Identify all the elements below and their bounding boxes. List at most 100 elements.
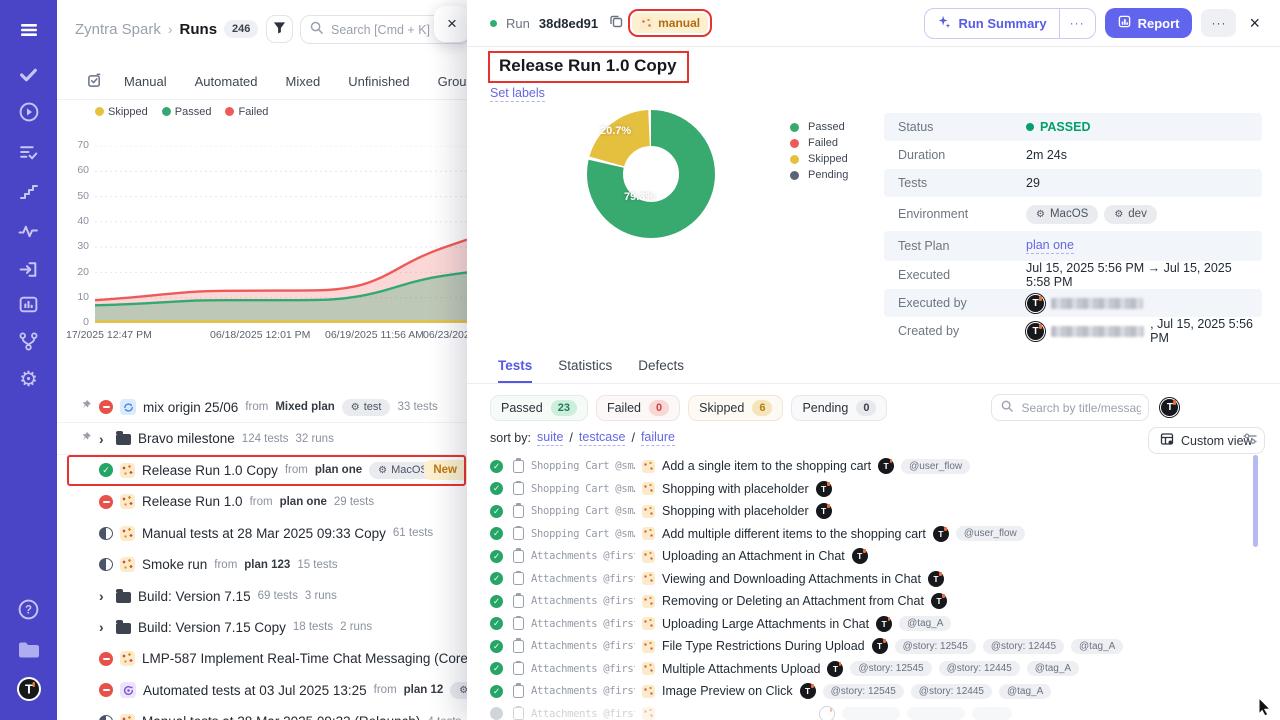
run-summary-more-button[interactable]: ··· xyxy=(1059,9,1095,38)
status-stopped-icon xyxy=(99,683,113,697)
test-row[interactable]: ✓ Attachments @first File Type Restricti… xyxy=(490,635,1270,658)
test-plan-link[interactable]: plan one xyxy=(1026,238,1074,254)
test-row[interactable]: ✓ Shopping Cart @sm… Add a single item t… xyxy=(490,455,1270,478)
tests-search-input[interactable] xyxy=(1019,400,1143,416)
sort-testcase-link[interactable]: testcase xyxy=(579,430,626,446)
filter-button[interactable] xyxy=(266,15,293,43)
run-row[interactable]: mix origin 25/06 from Mixed plan ⚙test 3… xyxy=(57,392,467,423)
tab-mixed[interactable]: Mixed xyxy=(272,74,335,89)
annotation-title-box: Release Run 1.0 Copy xyxy=(488,51,689,83)
manual-test-icon xyxy=(642,662,655,675)
breadcrumb-project[interactable]: Zyntra Spark xyxy=(75,21,161,38)
drawer-close-icon[interactable]: × xyxy=(1245,13,1264,34)
run-row[interactable]: Manual tests at 28 Mar 2025 09:33 Copy 6… xyxy=(57,518,467,549)
tab-manual[interactable]: Manual xyxy=(110,74,181,89)
gear-icon: ⚙ xyxy=(1114,209,1123,220)
run-summary-button[interactable]: Run Summary ··· xyxy=(924,8,1095,39)
runs-count-badge: 246 xyxy=(224,20,258,38)
expand-chevron-icon[interactable]: › xyxy=(99,619,109,635)
run-group-row[interactable]: › Bravo milestone 124 tests 32 runs xyxy=(57,423,467,454)
view-settings-icon[interactable] xyxy=(1242,431,1258,452)
test-row[interactable]: ✓ Attachments @first Uploading an Attach… xyxy=(490,545,1270,568)
run-info-table: Status PASSED Duration 2m 24s Tests 29 E… xyxy=(884,113,1262,345)
app-sidebar: ⚙ ? T xyxy=(0,0,57,720)
clipboard-icon xyxy=(513,527,524,540)
set-labels-link[interactable]: Set labels xyxy=(490,86,545,102)
reports-icon[interactable] xyxy=(0,294,57,315)
info-row-duration: Duration 2m 24s xyxy=(884,141,1262,169)
tab-tests[interactable]: Tests xyxy=(498,358,532,383)
pin-icon xyxy=(80,430,92,448)
test-cases-icon[interactable] xyxy=(0,64,57,85)
runs-search-input[interactable] xyxy=(329,22,449,38)
more-actions-button[interactable]: ··· xyxy=(1201,9,1236,37)
manual-run-icon xyxy=(120,651,135,666)
settings-gear-icon[interactable]: ⚙ xyxy=(0,369,57,390)
test-row[interactable]: ✓ Shopping Cart @sm… Shopping with place… xyxy=(490,500,1270,523)
tab-automated[interactable]: Automated xyxy=(181,74,272,89)
info-row-executed: Executed Jul 15, 2025 5:56 PM → Jul 15, … xyxy=(884,261,1262,289)
defects-icon[interactable] xyxy=(0,259,57,280)
assignee-filter-avatar[interactable]: T xyxy=(1160,398,1179,417)
sort-suite-link[interactable]: suite xyxy=(537,430,563,446)
tab-groups[interactable]: Groups xyxy=(424,74,467,89)
status-passed-icon: ✓ xyxy=(490,550,503,563)
test-row[interactable]: ✓ Attachments @first Uploading Large Att… xyxy=(490,613,1270,636)
assignee-avatar: T xyxy=(816,481,832,497)
status-passed-icon: ✓ xyxy=(490,617,503,630)
test-row[interactable]: ✓ Shopping Cart @sm… Add multiple differ… xyxy=(490,523,1270,546)
test-row[interactable]: ✓ Attachments @first Multiple Attachment… xyxy=(490,658,1270,681)
folder-icon xyxy=(116,434,131,445)
sort-failure-link[interactable]: failure xyxy=(641,430,675,446)
assignee-avatar: T xyxy=(800,683,816,699)
y-tick: 60 xyxy=(63,164,89,176)
run-row[interactable]: Release Run 1.0 from plan one 29 tests xyxy=(57,486,467,517)
tests-search[interactable] xyxy=(991,394,1149,421)
run-row[interactable]: LMP-587 Implement Real-Time Chat Messagi… xyxy=(57,643,467,674)
run-title: mix origin 25/06 xyxy=(143,400,238,415)
filter-skipped-button[interactable]: Skipped6 xyxy=(688,395,783,421)
report-button[interactable]: Report xyxy=(1105,8,1193,38)
expand-chevron-icon[interactable]: › xyxy=(99,431,109,447)
tab-unfinished[interactable]: Unfinished xyxy=(334,74,423,89)
test-row[interactable]: ✓ Attachments @first Image Preview on Cl… xyxy=(490,680,1270,703)
results-icon[interactable] xyxy=(0,142,57,163)
bulk-select-icon[interactable] xyxy=(57,73,110,91)
tab-defects[interactable]: Defects xyxy=(638,358,684,383)
scrollbar-thumb[interactable] xyxy=(1253,455,1258,547)
test-row[interactable]: ✓ Attachments @first Viewing and Downloa… xyxy=(490,568,1270,591)
panel-close-button[interactable]: × xyxy=(434,6,470,42)
copy-icon[interactable] xyxy=(609,14,623,33)
status-passed-icon: ✓ xyxy=(490,482,503,495)
activity-icon[interactable] xyxy=(0,221,57,242)
status-inprogress-icon xyxy=(99,527,113,540)
run-row-selected[interactable]: ✓ Release Run 1.0 Copy from plan one ⚙Ma… xyxy=(57,455,467,486)
y-tick: 70 xyxy=(63,139,89,151)
run-group-row[interactable]: › Build: Version 7.15 Copy 18 tests 2 ru… xyxy=(57,612,467,643)
filter-failed-button[interactable]: Failed0 xyxy=(596,395,680,421)
status-passed-icon: ✓ xyxy=(490,572,503,585)
projects-folder-icon[interactable] xyxy=(0,640,57,660)
test-row-partial[interactable]: Attachments @first xyxy=(490,703,1270,720)
workspace-avatar[interactable]: T xyxy=(0,676,57,702)
run-row[interactable]: Smoke run from plan 123 15 tests xyxy=(57,549,467,580)
menu-icon[interactable] xyxy=(0,20,57,40)
milestones-icon[interactable] xyxy=(0,182,57,202)
filter-pending-button[interactable]: Pending0 xyxy=(791,395,887,421)
tab-statistics[interactable]: Statistics xyxy=(558,358,612,383)
help-icon[interactable]: ? xyxy=(0,598,57,621)
test-row[interactable]: ✓ Attachments @first Removing or Deletin… xyxy=(490,590,1270,613)
test-row[interactable]: ✓ Shopping Cart @sm… Shopping with place… xyxy=(490,478,1270,501)
manual-test-icon xyxy=(642,617,655,630)
assignee-avatar: T xyxy=(933,526,949,542)
run-group-row[interactable]: › Build: Version 7.15 69 tests 3 runs xyxy=(57,580,467,611)
x-tick: 17/2025 12:47 PM xyxy=(66,329,152,341)
filter-passed-button[interactable]: Passed23 xyxy=(490,395,588,421)
run-row[interactable]: Automated tests at 03 Jul 2025 13:25 fro… xyxy=(57,675,467,706)
run-row[interactable]: Manual tests at 28 Mar 2025 09:33 (Relau… xyxy=(57,706,467,720)
expand-chevron-icon[interactable]: › xyxy=(99,588,109,604)
repositories-icon[interactable] xyxy=(0,331,57,352)
status-value: PASSED xyxy=(1026,120,1090,134)
runs-icon[interactable] xyxy=(0,101,57,123)
run-detail-header: Run 38d8ed91 manual Run Summary ··· Repo… xyxy=(467,0,1280,47)
